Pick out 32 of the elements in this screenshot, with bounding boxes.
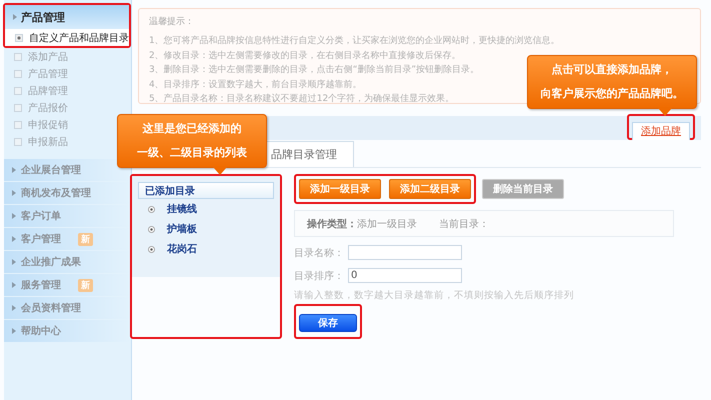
- current-catalog-label: 当前目录：: [439, 218, 489, 230]
- operation-type-label: 操作类型：: [307, 218, 357, 230]
- field-hint: 请输入整数，数字越大目录越靠前，不填则按输入先后顺序排列: [294, 289, 575, 302]
- callout-pointer: [213, 167, 227, 175]
- sidebar-section-header[interactable]: 产品管理: [5, 5, 129, 29]
- tip-line: 2、修改目录：选中左侧需要修改的目录，在右侧目录名称中直接修改后保存。: [149, 50, 461, 62]
- catalog-title: 已添加目录: [138, 182, 274, 199]
- save-button[interactable]: 保存: [299, 314, 357, 332]
- new-badge: 新: [78, 278, 93, 292]
- catalog-item[interactable]: 挂镜线: [138, 199, 274, 219]
- field-label: 目录名称：: [294, 246, 344, 260]
- input-field[interactable]: 0: [348, 268, 462, 283]
- callout-pointer: [658, 108, 672, 116]
- sidebar-item[interactable]: 产品管理: [4, 65, 131, 82]
- tip-line: 3、删除目录：选中左侧需要删除的目录，点击右侧“删除当前目录”按钮删除目录。: [149, 64, 480, 77]
- field-label: 目录排序：: [294, 270, 344, 282]
- sidebar-item[interactable]: 产品报价: [4, 99, 131, 116]
- input-field[interactable]: [348, 245, 462, 260]
- add-brand-link[interactable]: 添加品牌: [632, 122, 690, 140]
- tip-line: 4、目录排序：设置数字越大，前台目录顺序越靠前。: [149, 78, 362, 92]
- sidebar-item[interactable]: 品牌管理: [4, 82, 131, 99]
- catalog-item[interactable]: 护墙板: [138, 219, 274, 239]
- tip-line: 1、您可将产品和品牌按信息特性进行自定义分类，让买家在浏览您的企业网站时，更快捷的浏览信息。: [149, 34, 560, 48]
- new-badge: 新: [78, 232, 93, 246]
- catalog-item[interactable]: 花岗石: [138, 239, 274, 259]
- operation-type-value: 添加一级目录: [357, 218, 417, 230]
- sidebar-item[interactable]: 添加产品: [4, 48, 131, 65]
- sidebar-item[interactable]: 自定义产品和品牌目录: [5, 29, 129, 46]
- tips-title: 温馨提示：: [149, 16, 195, 28]
- tip-line: 5、产品目录名称：目录名称建议不要超过12个字符，为确保最佳显示效果。: [149, 92, 454, 106]
- add-catalog-button[interactable]: 添加二级目录: [389, 179, 471, 199]
- add-catalog-button[interactable]: 添加一级目录: [299, 179, 381, 199]
